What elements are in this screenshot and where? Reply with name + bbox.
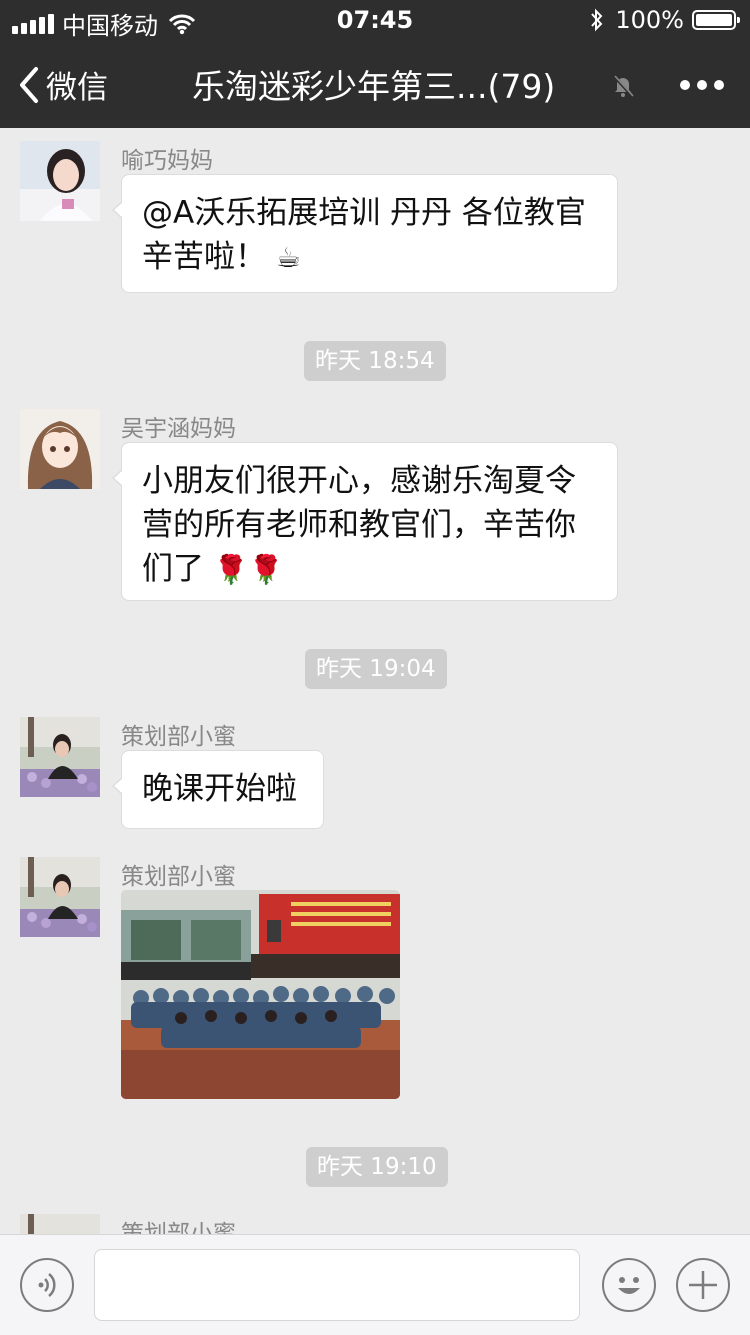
message-item: 策划部小蜜 xyxy=(20,857,620,1099)
rose-emoji-icon: 🌹🌹 xyxy=(213,553,284,586)
sender-name: 喻巧妈妈 xyxy=(121,148,213,174)
plus-icon xyxy=(689,1271,717,1299)
back-chevron-icon xyxy=(20,66,38,103)
status-right: 100% xyxy=(589,6,740,34)
status-bar: 中国移动 07:45 100% xyxy=(0,0,750,40)
chat-title: 乐淘迷彩少年第三...(79) xyxy=(192,67,556,106)
message-bubble[interactable]: @A沃乐拓展培训 丹丹 各位教官辛苦啦！ ☕ xyxy=(112,174,618,293)
battery-percent: 100% xyxy=(615,6,684,34)
avatar[interactable] xyxy=(20,717,100,797)
message-bubble[interactable]: 小朋友们很开心，感谢乐淘夏令营的所有老师和教官们，辛苦你们了 🌹🌹 xyxy=(112,442,618,601)
avatar[interactable] xyxy=(20,1214,100,1234)
message-text: 晚课开始啦 xyxy=(142,771,297,807)
bluetooth-icon xyxy=(591,8,603,32)
coffee-emoji-icon: ☕ xyxy=(275,241,301,274)
sender-name: 吴宇涵妈妈 xyxy=(121,416,236,442)
message-bubble[interactable]: 晚课开始啦 xyxy=(112,750,324,829)
input-bar xyxy=(0,1234,750,1335)
timestamp: 昨天 19:10 xyxy=(306,1147,448,1187)
sender-name: 策划部小蜜 xyxy=(121,724,236,750)
mute-bell-icon xyxy=(612,74,634,98)
emoji-button[interactable] xyxy=(602,1258,656,1312)
message-item: 策划部小蜜 晚课开始啦 xyxy=(20,717,620,829)
sender-name: 策划部小蜜 xyxy=(121,1221,236,1234)
more-actions-button[interactable] xyxy=(676,1258,730,1312)
message-item: 喻巧妈妈 @A沃乐拓展培训 丹丹 各位教官辛苦啦！ ☕ xyxy=(20,141,620,293)
more-icon[interactable] xyxy=(680,80,724,90)
message-item: 策划部小蜜 xyxy=(20,1214,620,1234)
message-input[interactable] xyxy=(94,1249,580,1321)
message-item: 吴宇涵妈妈 小朋友们很开心，感谢乐淘夏令营的所有老师和教官们，辛苦你们了 🌹🌹 xyxy=(20,409,620,601)
message-text: 小朋友们很开心，感谢乐淘夏令营的所有老师和教官们，辛苦你们了 xyxy=(142,463,576,587)
timestamp: 昨天 18:54 xyxy=(304,341,446,381)
back-button[interactable]: 微信 xyxy=(18,62,108,107)
voice-button[interactable] xyxy=(20,1258,74,1312)
timestamp: 昨天 19:04 xyxy=(305,649,447,689)
message-text: @A沃乐拓展培训 丹丹 各位教官辛苦啦！ xyxy=(142,195,586,275)
back-label: 微信 xyxy=(46,70,108,106)
voice-icon xyxy=(38,1273,56,1297)
avatar[interactable] xyxy=(20,857,100,937)
avatar[interactable] xyxy=(20,409,100,489)
nav-bar: 微信 乐淘迷彩少年第三...(79) xyxy=(0,40,750,128)
battery-icon xyxy=(692,10,740,30)
emoji-icon xyxy=(618,1277,640,1294)
avatar[interactable] xyxy=(20,141,100,221)
message-photo[interactable] xyxy=(121,890,400,1099)
sender-name: 策划部小蜜 xyxy=(121,864,236,890)
